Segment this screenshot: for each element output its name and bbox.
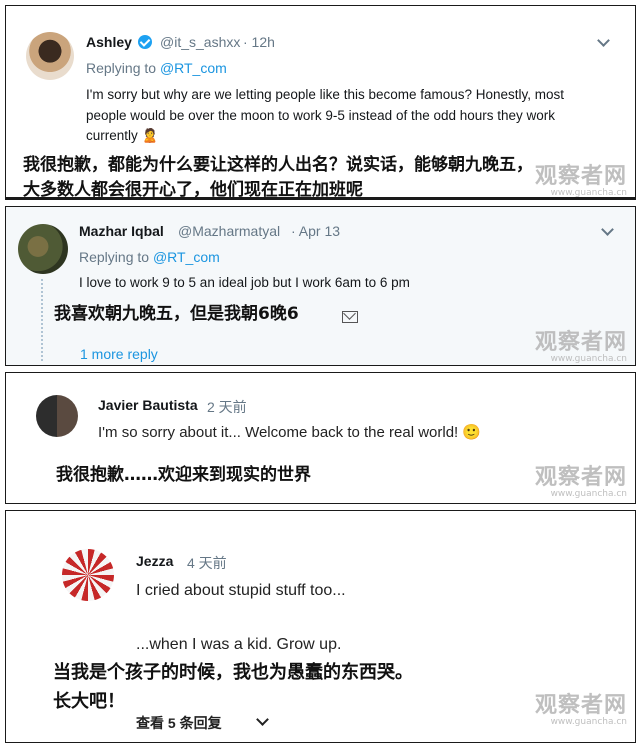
chinese-translation: 我喜欢朝九晚五，但是我朝6晚6 (54, 304, 299, 324)
replying-handle-link[interactable]: @RT_com (160, 60, 227, 76)
watermark: 观察者网 www.guancha.cn (534, 164, 627, 198)
author-handle[interactable]: @Mazharmatyal (178, 223, 280, 239)
view-replies-button[interactable]: 查看 5 条回复 (136, 713, 222, 733)
comment-text-line: ...when I was a kid. Grow up. (136, 636, 342, 653)
timestamp[interactable]: 2 天前 (207, 397, 247, 417)
avatar[interactable] (26, 32, 74, 80)
tweet-text-line: currently 🙎 (86, 128, 159, 143)
comment-card-mazhar: Mazhar Iqbal @Mazharmatyal · Apr 13 Repl… (5, 206, 636, 366)
avatar[interactable] (36, 395, 78, 437)
author-name[interactable]: Ashley (86, 34, 132, 50)
timestamp[interactable]: 4 天前 (187, 553, 227, 573)
comment-text: I'm so sorry about it... Welcome back to… (98, 424, 482, 441)
tweet-text-line: I'm sorry but why are we letting people … (86, 87, 565, 102)
chinese-translation-line: 当我是个孩子的时候，我也为愚蠢的东西哭。 (53, 662, 413, 683)
chevron-down-icon[interactable] (256, 713, 269, 726)
replying-handle-link[interactable]: @RT_com (153, 249, 220, 265)
comment-card-ashley: Ashley @it_s_ashxx · 12h Replying to @RT… (5, 5, 636, 200)
chinese-translation-line: 大多数人都会很开心了，他们现在正在加班呢 (23, 180, 363, 200)
chevron-down-icon[interactable] (597, 34, 610, 47)
avatar[interactable] (62, 549, 114, 601)
author-name[interactable]: Mazhar Iqbal (79, 223, 164, 239)
watermark: 观察者网 www.guancha.cn (534, 693, 627, 727)
chinese-translation: 我很抱歉……欢迎来到现实的世界 (56, 465, 311, 485)
comment-card-javier: Javier Bautista 2 天前 I'm so sorry about … (5, 372, 636, 504)
replying-to: Replying to @RT_com (86, 60, 227, 76)
timestamp[interactable]: · Apr 13 (291, 223, 340, 239)
timestamp[interactable]: · 12h (243, 34, 275, 50)
watermark: 观察者网 www.guancha.cn (534, 465, 627, 499)
chinese-translation-line: 我很抱歉，都能为什么要让这样的人出名？说实话，能够朝九晚五， (23, 155, 533, 175)
avatar[interactable] (18, 224, 68, 274)
message-icon[interactable] (342, 311, 358, 323)
thread-line (41, 279, 43, 361)
verified-icon (138, 35, 152, 49)
tweet-text-line: people would be over the moon to work 9-… (86, 108, 556, 123)
chevron-down-icon[interactable] (601, 223, 614, 236)
author-handle[interactable]: @it_s_ashxx (160, 34, 240, 50)
more-replies-link[interactable]: 1 more reply (80, 346, 158, 362)
comment-card-jezza: Jezza 4 天前 I cried about stupid stuff to… (5, 510, 636, 743)
watermark: 观察者网 www.guancha.cn (534, 330, 627, 364)
replying-to: Replying to @RT_com (79, 249, 220, 265)
author-name[interactable]: Javier Bautista (98, 397, 198, 413)
author-name[interactable]: Jezza (136, 553, 173, 569)
person-emoji-icon: 🙎 (141, 128, 159, 143)
tweet-text: I love to work 9 to 5 an ideal job but I… (79, 275, 410, 290)
comment-text-line: I cried about stupid stuff too... (136, 582, 346, 599)
chinese-translation-line: 长大吧！ (53, 691, 125, 712)
